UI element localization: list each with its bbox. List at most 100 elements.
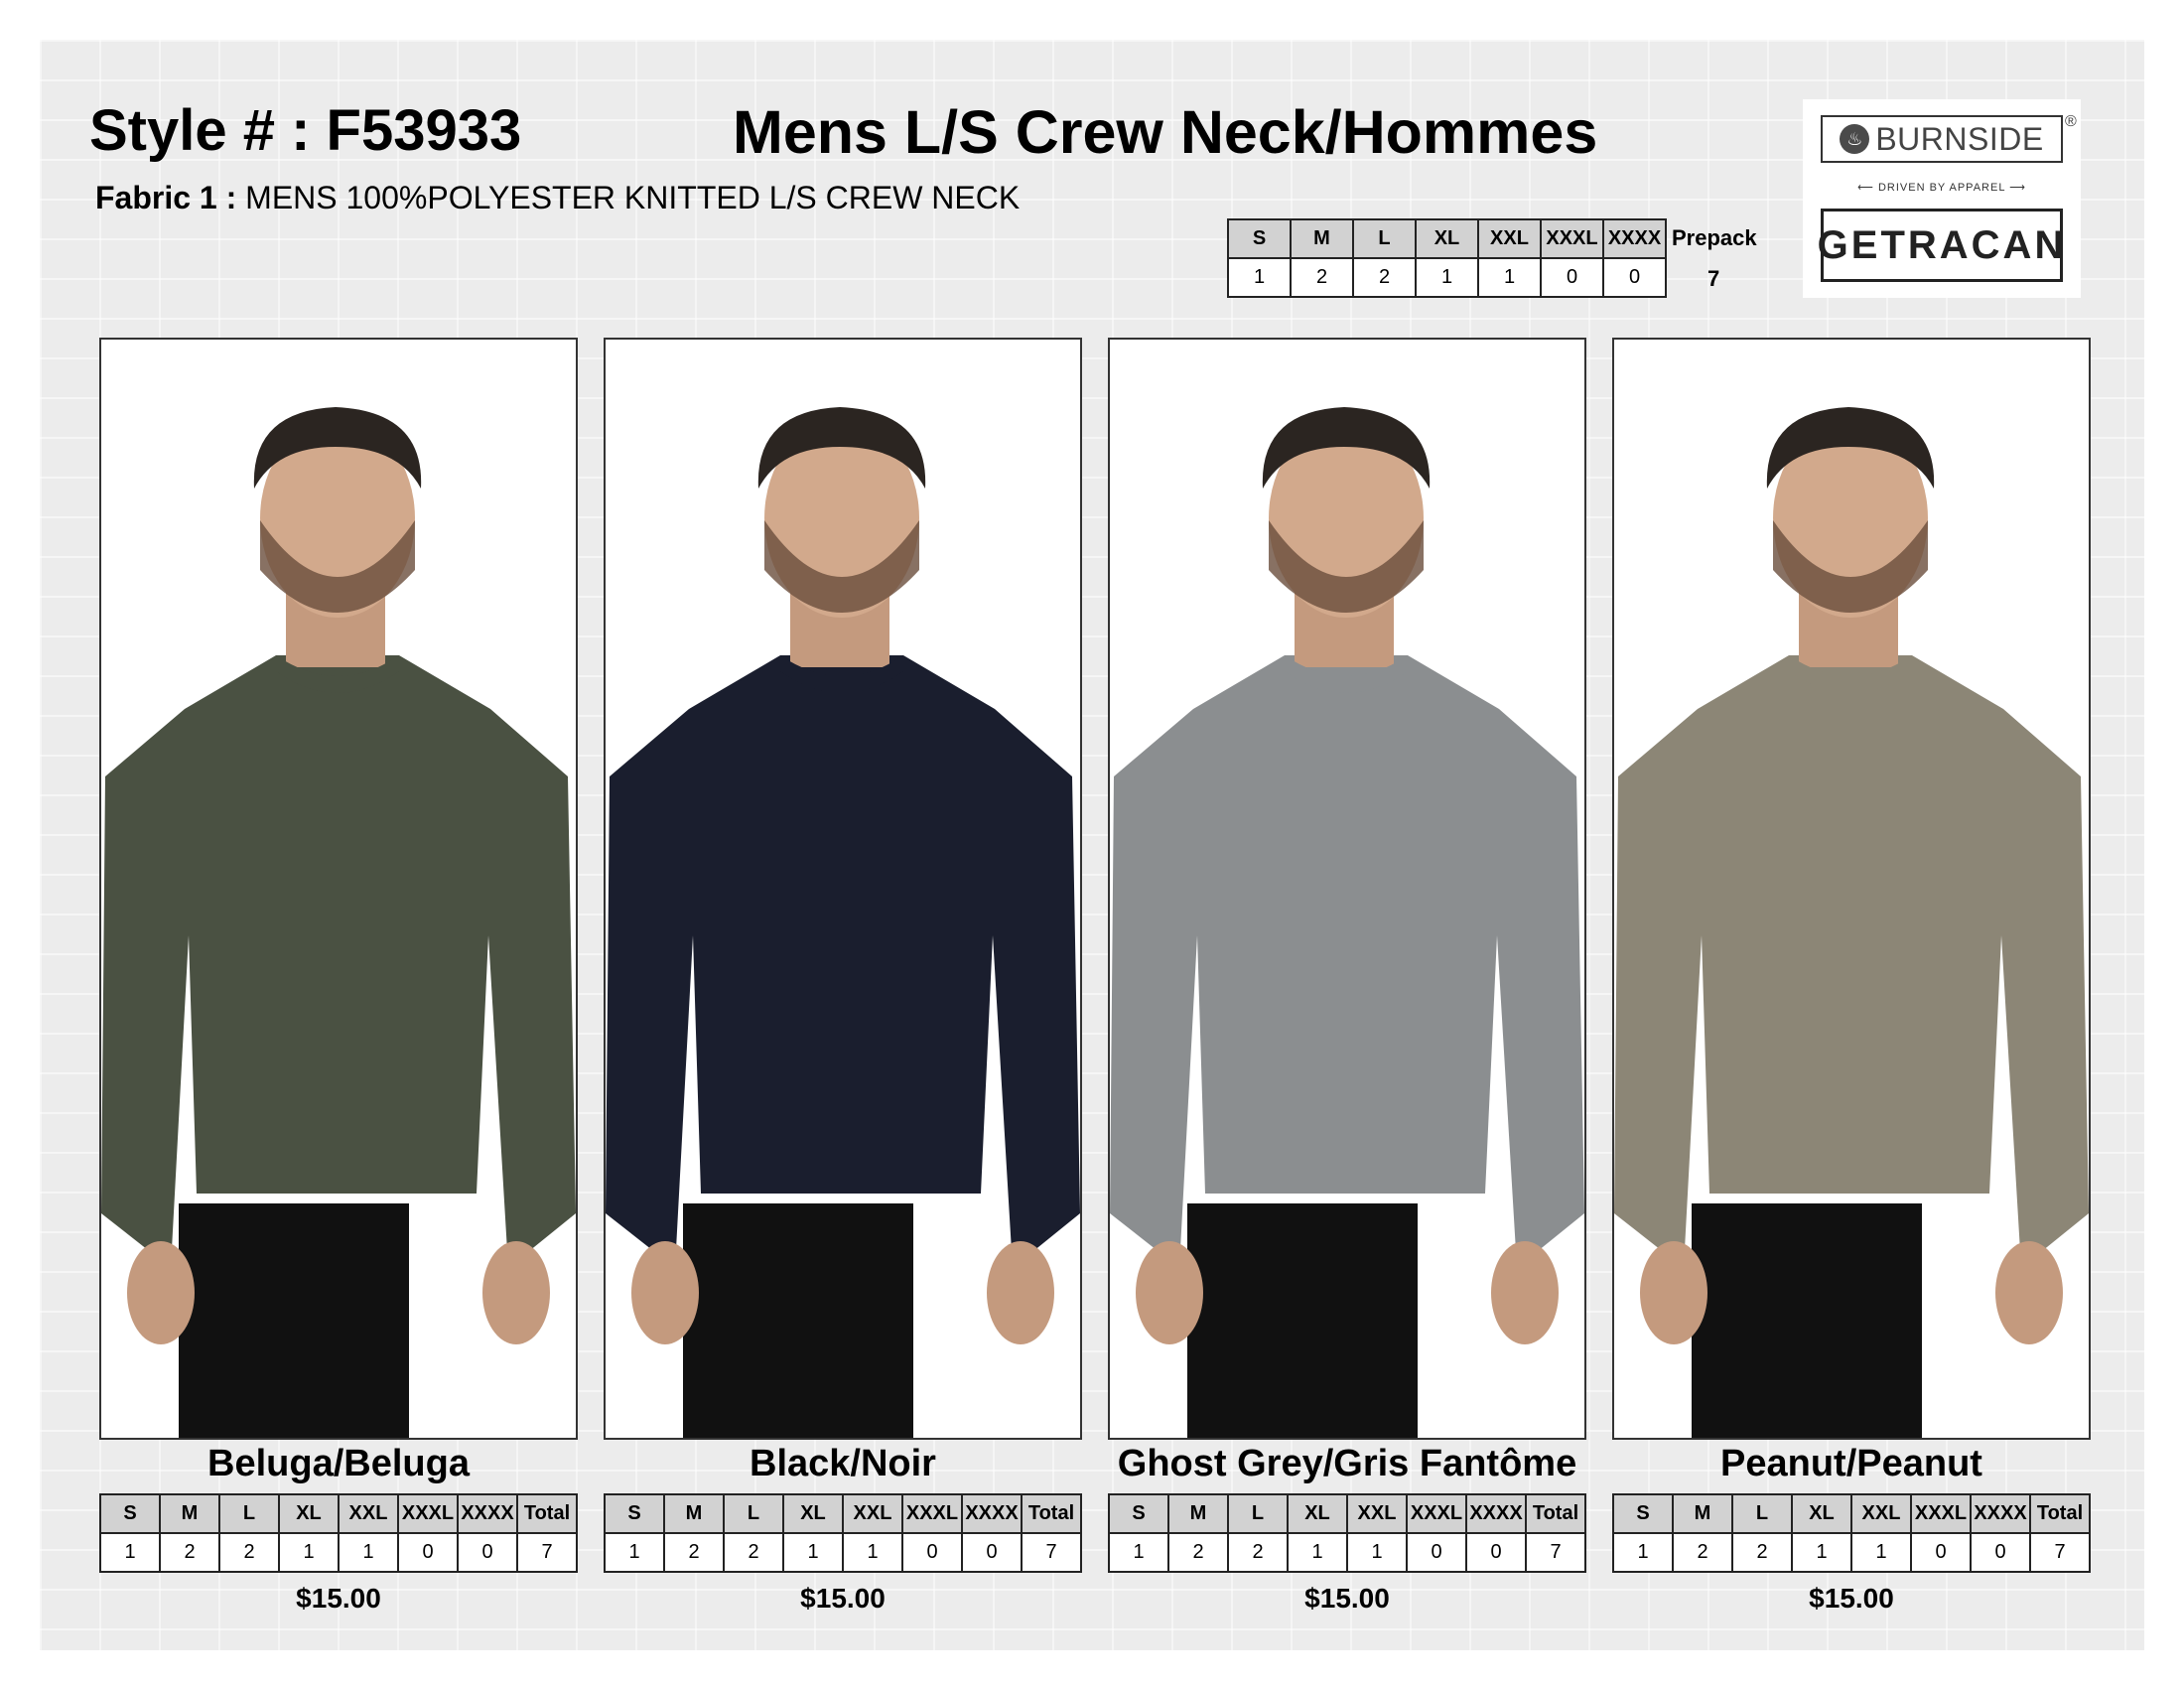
size-quantity: 0: [1910, 1532, 1972, 1573]
size-quantity: 1: [1287, 1532, 1348, 1573]
color-name: Beluga/Beluga: [207, 1443, 470, 1484]
total-quantity: 7: [2029, 1532, 2091, 1573]
flame-icon: ♨: [1840, 124, 1870, 154]
product-photo: [1612, 338, 2091, 1440]
pants: [1692, 1203, 1922, 1438]
quantity-row: 1 2 2 1 1 0 0 7: [99, 1532, 578, 1573]
size-header: L: [218, 1493, 280, 1534]
burnside-wordmark: BURNSIDE: [1875, 120, 2044, 157]
size-breakdown-table: S M L XL XXL XXXL XXXX Total 1 2 2 1 1 0…: [604, 1493, 1082, 1573]
size-quantity: 2: [1167, 1532, 1229, 1573]
price: $15.00: [1304, 1583, 1390, 1614]
size-header: S: [604, 1493, 665, 1534]
size-header: XXXX: [1465, 1493, 1527, 1534]
size-header: XL: [278, 1493, 340, 1534]
brand-tagline: ⟵ DRIVEN BY APPAREL ⟶: [1857, 182, 2026, 194]
model-illustration: [101, 407, 576, 1438]
size-header: L: [1352, 218, 1417, 259]
size-header: L: [1731, 1493, 1793, 1534]
prepack-total: 7: [1707, 266, 1720, 291]
size-header: XL: [1287, 1493, 1348, 1534]
size-quantity: 2: [1352, 257, 1417, 298]
right-hand: [482, 1241, 550, 1344]
color-name: Ghost Grey/Gris Fantôme: [1117, 1443, 1577, 1484]
color-name: Black/Noir: [750, 1443, 936, 1484]
getracan-logo: GETRACAN: [1818, 209, 2063, 282]
size-header: XXXL: [901, 1493, 963, 1534]
size-header: XXXX: [961, 1493, 1023, 1534]
size-quantity: 1: [278, 1532, 340, 1573]
size-header: M: [1167, 1493, 1229, 1534]
size-header: XXXL: [397, 1493, 459, 1534]
size-quantity: 2: [1731, 1532, 1793, 1573]
model-illustration: [1110, 407, 1584, 1438]
product-photo: [604, 338, 1082, 1440]
size-header: XXL: [1850, 1493, 1912, 1534]
left-hand: [127, 1241, 195, 1344]
size-quantity: 2: [663, 1532, 725, 1573]
registered-mark: ®: [2065, 113, 2077, 130]
size-breakdown-table: S M L XL XXL XXXL XXXX Total 1 2 2 1 1 0…: [1108, 1493, 1586, 1573]
size-header: XXL: [1477, 218, 1542, 259]
size-header: XXXL: [1910, 1493, 1972, 1534]
size-header: L: [1227, 1493, 1289, 1534]
size-quantity: 0: [1540, 257, 1604, 298]
total-header: Total: [2029, 1493, 2091, 1534]
size-header: XL: [1791, 1493, 1852, 1534]
pants: [179, 1203, 409, 1438]
size-header-row: S M L XL XXL XXXL XXXX Total: [1108, 1493, 1586, 1534]
total-quantity: 7: [1021, 1532, 1082, 1573]
prepack-quantity-row: 1 2 2 1 1 0 0: [1227, 257, 1667, 298]
size-quantity: 0: [397, 1532, 459, 1573]
size-quantity: 1: [99, 1532, 161, 1573]
total-header: Total: [516, 1493, 578, 1534]
size-breakdown-table: S M L XL XXL XXXL XXXX Total 1 2 2 1 1 0…: [1612, 1493, 2091, 1573]
size-quantity: 2: [1227, 1532, 1289, 1573]
size-quantity: 0: [901, 1532, 963, 1573]
size-header-row: S M L XL XXL XXXL XXXX Total: [1612, 1493, 2091, 1534]
size-quantity: 0: [1970, 1532, 2031, 1573]
size-header: S: [1227, 218, 1292, 259]
right-hand: [987, 1241, 1054, 1344]
prepack-label: Prepack: [1672, 225, 1757, 250]
prepack-size-header-row: S M L XL XXL XXXL XXXX: [1227, 218, 1667, 259]
color-name: Peanut/Peanut: [1720, 1443, 1982, 1484]
left-hand: [631, 1241, 699, 1344]
size-quantity: 1: [1415, 257, 1479, 298]
price: $15.00: [1809, 1583, 1894, 1614]
size-quantity: 1: [604, 1532, 665, 1573]
size-header: S: [99, 1493, 161, 1534]
size-header: XXXX: [1970, 1493, 2031, 1534]
fabric-label: Fabric 1 :: [95, 180, 237, 215]
size-quantity: 2: [723, 1532, 784, 1573]
size-quantity: 1: [1227, 257, 1292, 298]
size-quantity: 2: [1290, 257, 1354, 298]
product-card: Beluga/Beluga S M L XL XXL XXXL XXXX Tot…: [99, 338, 578, 1678]
size-header: S: [1108, 1493, 1169, 1534]
size-header-row: S M L XL XXL XXXL XXXX Total: [604, 1493, 1082, 1534]
size-header: M: [159, 1493, 220, 1534]
burnside-logo: ♨ BURNSIDE: [1821, 115, 2063, 163]
prepack-size-table: S M L XL XXL XXXL XXXX 1 2 2 1 1 0 0: [1227, 218, 1667, 298]
pants: [683, 1203, 913, 1438]
size-quantity: 0: [1465, 1532, 1527, 1573]
size-header: XXL: [338, 1493, 399, 1534]
size-quantity: 1: [1791, 1532, 1852, 1573]
model-illustration: [1614, 407, 2089, 1438]
product-card: Peanut/Peanut S M L XL XXL XXXL XXXX Tot…: [1612, 338, 2091, 1678]
price: $15.00: [296, 1583, 381, 1614]
size-quantity: 1: [842, 1532, 903, 1573]
product-photo: [1108, 338, 1586, 1440]
fabric-value: MENS 100%POLYESTER KNITTED L/S CREW NECK: [245, 180, 1021, 215]
size-header: XXL: [1346, 1493, 1408, 1534]
size-header: XXXX: [1602, 218, 1667, 259]
sweater: [1110, 655, 1584, 1268]
product-card: Black/Noir S M L XL XXL XXXL XXXX Total …: [604, 338, 1082, 1678]
left-hand: [1640, 1241, 1707, 1344]
left-hand: [1136, 1241, 1203, 1344]
size-header: L: [723, 1493, 784, 1534]
size-quantity: 0: [961, 1532, 1023, 1573]
sweater: [101, 655, 576, 1268]
size-header: S: [1612, 1493, 1674, 1534]
size-breakdown-table: S M L XL XXL XXXL XXXX Total 1 2 2 1 1 0…: [99, 1493, 578, 1573]
